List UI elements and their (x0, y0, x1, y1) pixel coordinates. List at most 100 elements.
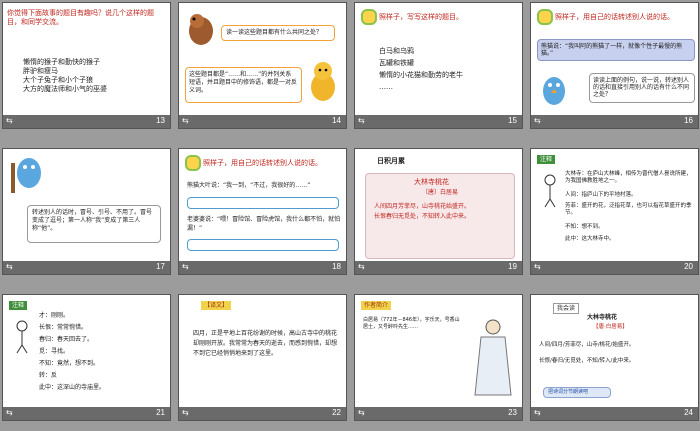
note: 芳菲：盛开的花，泛指花草，也可以指花草盛开的季节。 (565, 203, 692, 216)
list-item: …… (379, 83, 393, 91)
share-icon: ⇆ (182, 262, 189, 271)
slide-19[interactable]: 日积月累 大林寺桃花 〔唐〕白居易 人间四月芳菲尽，山寺桃花始盛开。 长恨春归无… (354, 148, 523, 275)
text-box: 转述别人的话时，冒号、引号、不用了。冒号变成了逗号；第一人称“我”变成了第三人称… (27, 205, 161, 243)
tiger-icon (311, 62, 335, 101)
share-icon: ⇆ (182, 408, 189, 417)
hint-box: 这些题目都是“……和……”的并列关系短语，并且题目中的修饰语，都是一对反义词。 (185, 67, 302, 103)
share-icon: ⇆ (358, 408, 365, 417)
slide-number: 13 (156, 116, 165, 125)
section-tag: 注释 (9, 301, 28, 310)
slide-number: 22 (332, 408, 341, 417)
slide-17[interactable]: 转述别人的话时，冒号、引号、不用了。冒号变成了逗号；第一人称“我”变成了第三人称… (2, 148, 171, 275)
section-tag: 注释 (537, 155, 556, 164)
list-item: 胖驴和瘦马 (23, 67, 58, 75)
slide-22[interactable]: 【译文】 四月，正是平地上百花纷谢的时候，高山古寺中的桃花却刚刚开放。我常常为春… (178, 294, 347, 421)
flower-icon (185, 155, 201, 171)
note: 才：刚刚。 (39, 312, 70, 319)
note: 觅：寻找。 (39, 348, 70, 355)
slide-footer: ⇆ 20 (531, 261, 698, 274)
note: 春归：春天回去了。 (39, 336, 94, 343)
slide-15[interactable]: 照样子，写写这样的题目。 白马和乌鸦 瓦罐和铁罐 懒惰的小花猫和勤劳的老牛 ……… (354, 2, 523, 129)
slide-footer: ⇆ 17 (3, 261, 170, 274)
flower-icon (537, 9, 553, 25)
poem-line: 人间四月芳菲尽，山寺桃花始盛开。 (374, 203, 471, 210)
slide-footer: ⇆ 23 (355, 407, 522, 420)
slide-title: 照样子，写写这样的题目。 (379, 13, 463, 21)
share-icon: ⇆ (534, 262, 541, 271)
slide-16[interactable]: 照样子，用自己的话转述别人说的话。 熊猫说：“我叫阿的熊猫了一样，就像个性子最慢… (530, 2, 699, 129)
example-1: 熊猫大叶说：“我一到，“不过，我很好的……” (187, 182, 311, 189)
child-figure-icon (16, 320, 28, 354)
read-aloud-button[interactable]: 把诗词分节朗读吧 (543, 387, 611, 398)
slide-footer: ⇆ 22 (179, 407, 346, 420)
section-tag: 【译文】 (201, 301, 232, 310)
slide-number: 21 (156, 408, 165, 417)
note: 转：反 (39, 372, 58, 379)
question-bubble: 读一读这些题目都有什么共同之处？ (221, 25, 335, 41)
share-icon: ⇆ (358, 116, 365, 125)
poem-title: 大林寺桃花 (414, 178, 449, 186)
answer-box (187, 239, 339, 251)
note: 不知：想不到。 (565, 224, 604, 230)
share-icon: ⇆ (358, 262, 365, 271)
slide-footer: ⇆ 24 (531, 407, 698, 420)
poem-line: 人间/四月/芳菲尽，山寺/桃花/始盛开。 (539, 342, 635, 348)
slide-number: 23 (508, 408, 517, 417)
slide-14[interactable]: 读一读这些题目都有什么共同之处？ 这些题目都是“……和……”的并列关系短语，并且… (178, 2, 347, 129)
note: 此中：这深山的寺庙里。 (39, 384, 106, 391)
poem-line: 长恨/春归/无觅处，不知/转入/此中来。 (539, 358, 635, 364)
slide-number: 16 (684, 116, 693, 125)
question-bubble: 读读上面的例句，说一说，转述别人的话和直接引用别人的话有什么不同之处？ (589, 73, 695, 103)
slide-title: 照样子，用自己的话转述别人说的话。 (203, 159, 322, 167)
slide-footer: ⇆ 21 (3, 407, 170, 420)
poem-title: 大林寺桃花 (587, 314, 618, 321)
section-header: 日积月累 (377, 157, 405, 165)
author-bio: 白居易（772年－846年），字乐天，号香山居士，又号醉吟先生…… (363, 317, 460, 330)
slide-footer: ⇆ 18 (179, 261, 346, 274)
slide-footer: ⇆ 14 (179, 115, 346, 128)
slide-24[interactable]: 我会读 大林寺桃花 【唐·白居易】 人间/四月/芳菲尽，山寺/桃花/始盛开。 长… (530, 294, 699, 421)
slide-number: 19 (508, 262, 517, 271)
child-figure-icon (544, 174, 556, 208)
list-item: 大方的魔法师和小气的巫婆 (23, 85, 107, 93)
share-icon: ⇆ (6, 116, 13, 125)
slide-footer: ⇆ 19 (355, 261, 522, 274)
list-item: 大个子兔子和小个子狼 (23, 76, 93, 84)
slide-title: 照样子，用自己的话转述别人说的话。 (555, 13, 674, 21)
section-tag: 作者简介 (361, 301, 392, 310)
poet-portrait-icon (474, 319, 512, 396)
slide-footer: ⇆ 16 (531, 115, 698, 128)
slide-number: 14 (332, 116, 341, 125)
slide-footer: ⇆ 13 (3, 115, 170, 128)
share-icon: ⇆ (6, 262, 13, 271)
slide-20[interactable]: 注释 大林寺：在庐山大林峰，相传为晋代僧人昙诜所建，为我国佛教胜地之一。 人间：… (530, 148, 699, 275)
list-item: 懒惰的猴子和勤快的猴子 (23, 58, 100, 66)
bird-icon (543, 77, 565, 105)
slide-21[interactable]: 注释 才：刚刚。 长恨：常常惋惜。 春归：春天回去了。 觅：寻找。 不知：竟然，… (2, 294, 171, 421)
note: 人间：指庐山下的平地村落。 (565, 192, 637, 198)
slide-number: 15 (508, 116, 517, 125)
slide-number: 24 (684, 408, 693, 417)
poem-card: 大林寺桃花 〔唐〕白居易 人间四月芳菲尽，山寺桃花始盛开。 长恨春归无觅处，不知… (365, 173, 515, 259)
translation-text: 四月，正是平地上百花纷谢的时候，高山古寺中的桃花却刚刚开放。我常常为春天的逝去，… (193, 330, 338, 357)
poem-author: 〔唐〕白居易 (422, 189, 459, 196)
note: 不知：竟然，想不到。 (39, 360, 100, 367)
share-icon: ⇆ (6, 408, 13, 417)
share-icon: ⇆ (534, 116, 541, 125)
slide-number: 17 (156, 262, 165, 271)
slide-number: 18 (332, 262, 341, 271)
slide-18[interactable]: 照样子，用自己的话转述别人说的话。 熊猫大叶说：“我一到，“不过，我很好的……”… (178, 148, 347, 275)
slide-footer: ⇆ 15 (355, 115, 522, 128)
poem-author: 【唐·白居易】 (593, 324, 628, 330)
example-2: 老婆婆说：“喂！冒险馆、冒险虎馆，我什么都不怕，就怕漏！” (187, 216, 341, 232)
slide-title: 你觉得下面故事的题目有趣吗？说几个这样的题目，和同学交流。 (7, 9, 154, 26)
slide-13[interactable]: 你觉得下面故事的题目有趣吗？说几个这样的题目，和同学交流。 懒惰的猴子和勤快的猴… (2, 2, 171, 129)
note: 长恨：常常惋惜。 (39, 324, 88, 331)
squirrel-icon (189, 14, 213, 45)
list-item: 白马和乌鸦 (379, 47, 414, 55)
section-tag: 我会读 (553, 303, 580, 314)
note: 此中：这大林寺中。 (565, 236, 615, 242)
share-icon: ⇆ (182, 116, 189, 125)
bird-icon (11, 158, 41, 193)
slide-23[interactable]: 作者简介 白居易（772年－846年），字乐天，号香山居士，又号醉吟先生…… ⇆… (354, 294, 523, 421)
